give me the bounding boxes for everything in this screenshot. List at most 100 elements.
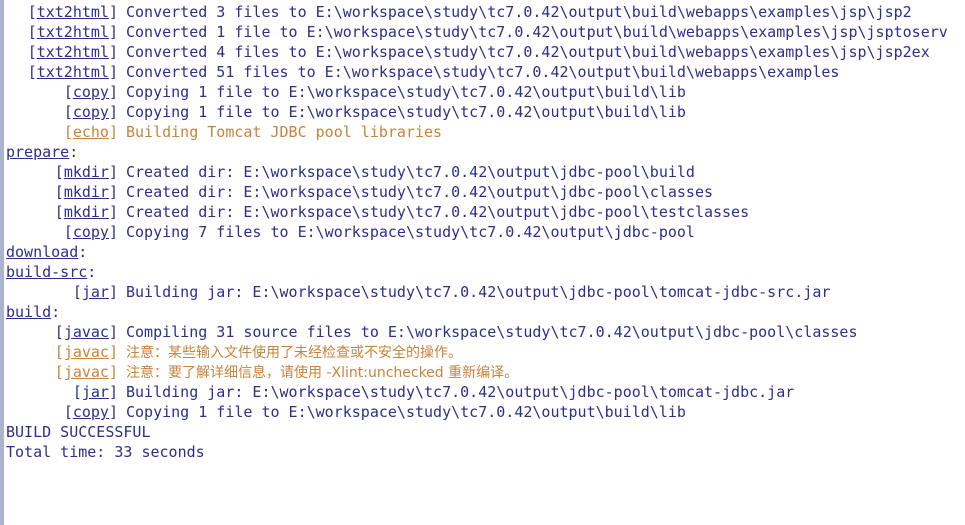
ant-task-prefix: [echo] <box>6 122 118 142</box>
ant-task-prefix: [mkdir] <box>6 182 118 202</box>
ant-task-line: [jar] Building jar: E:\workspace\study\tc… <box>4 282 965 302</box>
ant-task-message: 注意：某些输入文件使用了未经检查或不安全的操作。 <box>126 345 462 361</box>
ant-task-name[interactable]: txt2html <box>37 43 109 61</box>
ant-target-name[interactable]: build <box>6 303 51 321</box>
bracket-close: ] <box>108 23 118 41</box>
bracket-open: [ <box>27 43 37 61</box>
bracket-close: ] <box>108 283 118 301</box>
bracket-close: ] <box>108 103 118 121</box>
ant-task-message: Building jar: E:\workspace\study\tc7.0.4… <box>126 383 795 401</box>
bracket-open: [ <box>27 63 37 81</box>
ant-task-prefix: [mkdir] <box>6 162 118 182</box>
ant-task-message: Building jar: E:\workspace\study\tc7.0.4… <box>126 283 831 301</box>
bracket-open: [ <box>72 283 82 301</box>
bracket-open: [ <box>63 103 73 121</box>
ant-task-name[interactable]: copy <box>73 223 109 241</box>
build-status-line: Total time: 33 seconds <box>4 442 965 462</box>
ant-target-name[interactable]: build-src <box>6 263 87 281</box>
ant-task-prefix: [txt2html] <box>6 62 118 82</box>
ant-task-name[interactable]: txt2html <box>37 3 109 21</box>
bracket-close: ] <box>108 83 118 101</box>
ant-task-message: Copying 1 file to E:\workspace\study\tc7… <box>126 103 686 121</box>
ant-target-colon: : <box>69 143 79 161</box>
ant-task-line: [javac] Compiling 31 source files to E:\w… <box>4 322 965 342</box>
ant-task-prefix: [mkdir] <box>6 202 118 222</box>
bracket-close: ] <box>108 343 118 361</box>
ant-task-name[interactable]: copy <box>73 403 109 421</box>
ant-task-message: Converted 4 files to E:\workspace\study\… <box>126 43 930 61</box>
ant-build-console[interactable]: [txt2html] Converted 3 files to E:\worksp… <box>0 0 965 525</box>
ant-task-line: [jar] Building jar: E:\workspace\study\tc… <box>4 382 965 402</box>
ant-task-prefix: [javac] <box>6 322 118 342</box>
ant-task-message: Copying 1 file to E:\workspace\study\tc7… <box>126 403 686 421</box>
ant-task-prefix: [jar] <box>6 382 118 402</box>
build-status-text: BUILD SUCCESSFUL <box>6 423 151 441</box>
ant-task-name[interactable]: jar <box>82 383 109 401</box>
ant-task-name[interactable]: txt2html <box>37 63 109 81</box>
ant-task-prefix: [txt2html] <box>6 22 118 42</box>
ant-task-prefix: [javac] <box>6 362 118 382</box>
ant-task-message: Copying 7 files to E:\workspace\study\tc… <box>126 223 695 241</box>
ant-task-name[interactable]: echo <box>73 123 109 141</box>
ant-task-name[interactable]: mkdir <box>64 163 109 181</box>
ant-target-name[interactable]: prepare <box>6 143 69 161</box>
bracket-close: ] <box>108 363 118 381</box>
ant-task-name[interactable]: javac <box>64 343 109 361</box>
bracket-close: ] <box>108 183 118 201</box>
bracket-open: [ <box>72 383 82 401</box>
ant-task-name[interactable]: txt2html <box>37 23 109 41</box>
ant-task-name[interactable]: jar <box>82 283 109 301</box>
bracket-open: [ <box>54 163 64 181</box>
bracket-open: [ <box>54 363 64 381</box>
ant-task-message: Building Tomcat JDBC pool libraries <box>126 123 443 141</box>
bracket-close: ] <box>108 63 118 81</box>
build-status-text: Total time: 33 seconds <box>6 443 205 461</box>
ant-task-name[interactable]: javac <box>64 323 109 341</box>
bracket-close: ] <box>108 203 118 221</box>
bracket-open: [ <box>54 203 64 221</box>
ant-task-prefix: [jar] <box>6 282 118 302</box>
ant-task-line: [mkdir] Created dir: E:\workspace\study\t… <box>4 162 965 182</box>
ant-task-name[interactable]: mkdir <box>64 203 109 221</box>
ant-target-line: build-src: <box>4 262 965 282</box>
bracket-open: [ <box>63 403 73 421</box>
ant-task-line: [copy] Copying 1 file to E:\workspace\stu… <box>4 102 965 122</box>
ant-target-colon: : <box>51 303 61 321</box>
bracket-close: ] <box>108 163 118 181</box>
bracket-open: [ <box>54 183 64 201</box>
ant-target-line: download: <box>4 242 965 262</box>
ant-task-prefix: [copy] <box>6 222 118 242</box>
ant-task-line: [txt2html] Converted 4 files to E:\worksp… <box>4 42 965 62</box>
ant-task-line: [javac] 注意：某些输入文件使用了未经检查或不安全的操作。 <box>4 342 965 362</box>
ant-task-line: [javac] 注意：要了解详细信息，请使用 -Xlint:unchecked 重… <box>4 362 965 382</box>
bracket-open: [ <box>63 223 73 241</box>
bracket-open: [ <box>54 343 64 361</box>
ant-target-name[interactable]: download <box>6 243 78 261</box>
ant-task-message: Created dir: E:\workspace\study\tc7.0.42… <box>126 183 713 201</box>
bracket-close: ] <box>108 403 118 421</box>
build-status-line: BUILD SUCCESSFUL <box>4 422 965 442</box>
ant-task-message: Converted 1 file to E:\workspace\study\t… <box>126 23 948 41</box>
bracket-close: ] <box>108 43 118 61</box>
ant-task-line: [copy] Copying 7 files to E:\workspace\st… <box>4 222 965 242</box>
ant-task-line: [copy] Copying 1 file to E:\workspace\stu… <box>4 402 965 422</box>
ant-task-message: Converted 3 files to E:\workspace\study\… <box>126 3 912 21</box>
bracket-close: ] <box>108 123 118 141</box>
ant-task-message: 注意：要了解详细信息，请使用 -Xlint:unchecked 重新编译。 <box>126 365 519 381</box>
ant-task-prefix: [txt2html] <box>6 2 118 22</box>
bracket-open: [ <box>54 323 64 341</box>
ant-task-message: Compiling 31 source files to E:\workspac… <box>126 323 858 341</box>
ant-task-prefix: [copy] <box>6 402 118 422</box>
ant-task-line: [mkdir] Created dir: E:\workspace\study\t… <box>4 182 965 202</box>
ant-task-name[interactable]: copy <box>73 103 109 121</box>
bracket-open: [ <box>27 3 37 21</box>
ant-task-prefix: [txt2html] <box>6 42 118 62</box>
ant-task-name[interactable]: javac <box>64 363 109 381</box>
bracket-close: ] <box>108 323 118 341</box>
ant-task-prefix: [copy] <box>6 82 118 102</box>
ant-task-name[interactable]: mkdir <box>64 183 109 201</box>
ant-task-name[interactable]: copy <box>73 83 109 101</box>
ant-target-colon: : <box>87 263 97 281</box>
bracket-close: ] <box>108 383 118 401</box>
ant-task-line: [copy] Copying 1 file to E:\workspace\stu… <box>4 82 965 102</box>
